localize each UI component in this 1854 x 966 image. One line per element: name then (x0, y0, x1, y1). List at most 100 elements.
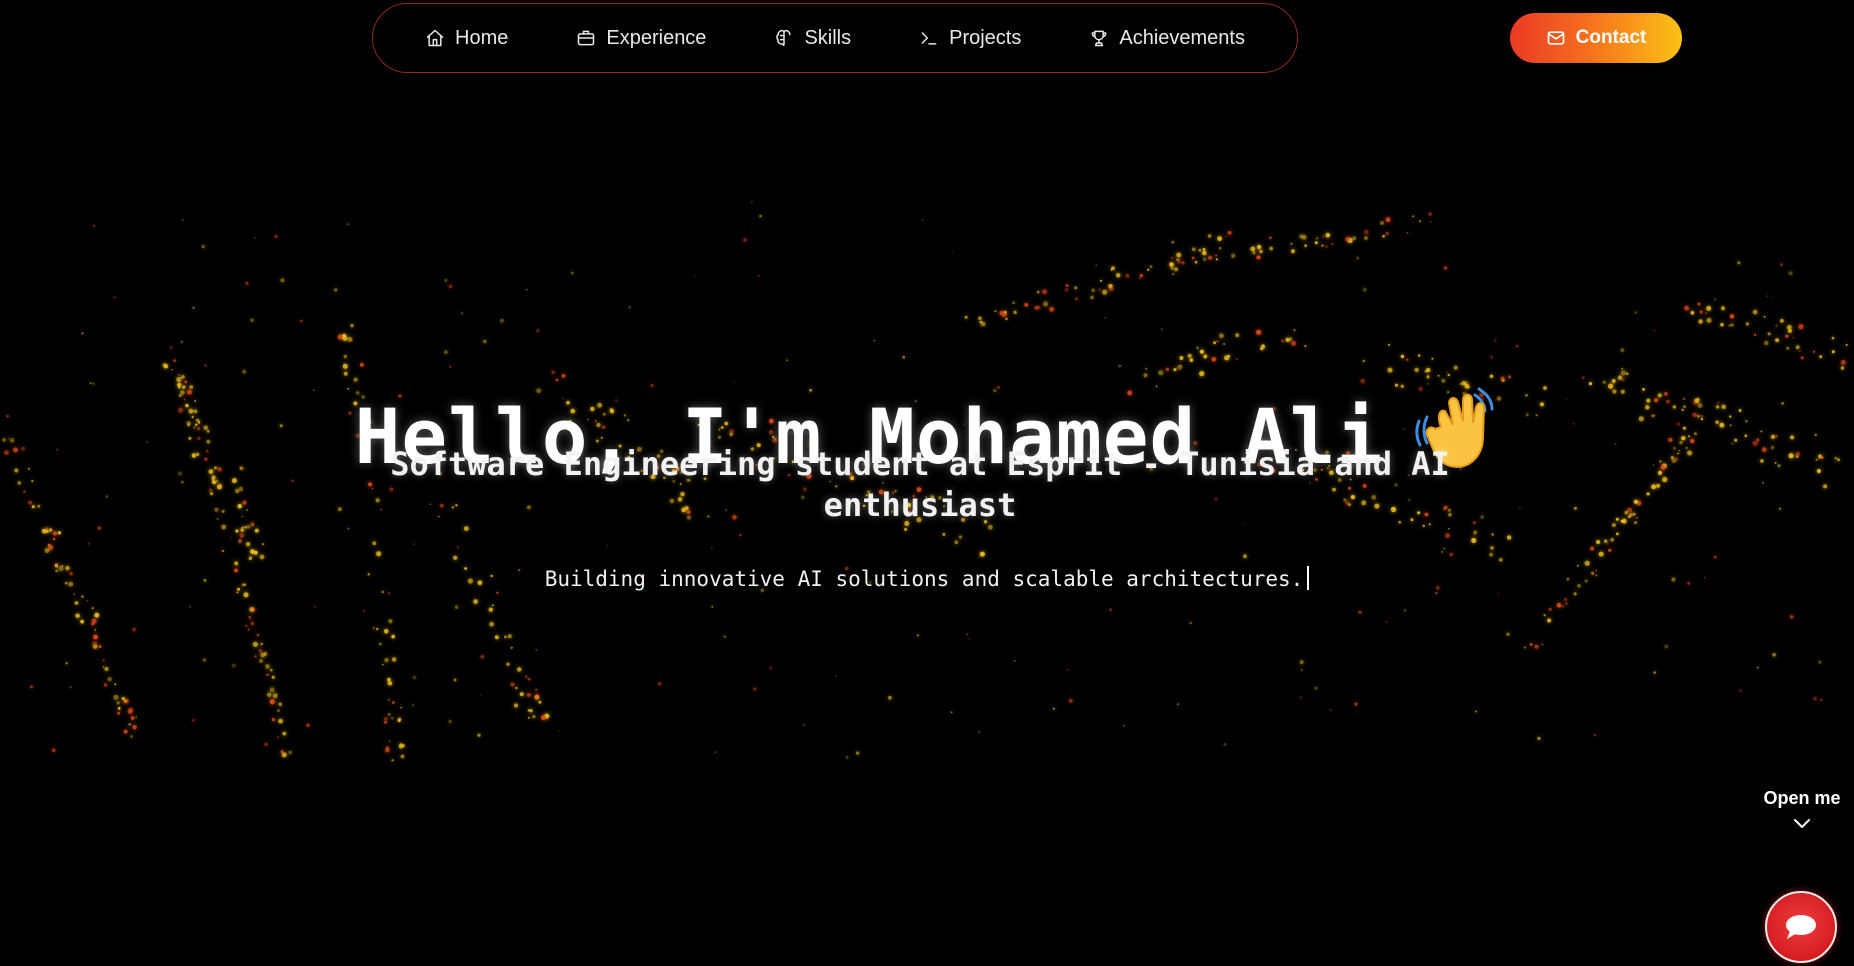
particle (231, 663, 236, 668)
particle (1798, 324, 1804, 330)
particle (282, 731, 287, 736)
particle (234, 488, 240, 494)
particle (1191, 256, 1195, 260)
particle (535, 688, 538, 691)
particle (238, 486, 244, 492)
particle (491, 604, 494, 607)
particle (245, 624, 248, 627)
particle (1172, 273, 1175, 276)
particle (1818, 660, 1822, 664)
particle (453, 555, 458, 560)
particle (176, 376, 182, 383)
particle (1635, 516, 1639, 520)
particle (1250, 246, 1256, 252)
particle (1108, 284, 1113, 289)
particle (114, 683, 117, 686)
particle (372, 541, 377, 546)
particle (23, 490, 26, 493)
particle (1778, 507, 1782, 510)
particle (1840, 359, 1846, 365)
particle (1281, 339, 1285, 343)
particle (94, 628, 97, 632)
particle (1202, 247, 1206, 251)
particle (1428, 212, 1432, 216)
particle (192, 306, 195, 309)
particle (1414, 367, 1419, 373)
particle (69, 686, 72, 689)
particle (343, 354, 348, 359)
particle (266, 673, 269, 676)
contact-button[interactable]: Contact (1510, 13, 1682, 63)
particle (1406, 358, 1409, 361)
particle (1288, 337, 1293, 341)
particle (391, 634, 395, 639)
particle (1066, 668, 1069, 671)
particle (372, 627, 375, 630)
particle (130, 716, 135, 720)
particle (1036, 290, 1040, 294)
particle (1499, 557, 1503, 562)
particle (1745, 322, 1749, 326)
particle (1065, 284, 1069, 287)
particle (1489, 374, 1494, 379)
particle (93, 224, 96, 227)
particle (353, 377, 358, 382)
particle (1737, 261, 1741, 265)
particle (1690, 311, 1695, 315)
particle (135, 716, 138, 719)
particle (271, 675, 275, 679)
particle (714, 751, 717, 753)
chat-button[interactable] (1765, 891, 1837, 963)
particle (412, 675, 417, 680)
particle (1231, 253, 1236, 258)
particle (1705, 312, 1708, 315)
particle (280, 278, 285, 283)
particle (1459, 383, 1462, 385)
particle (1098, 288, 1101, 291)
nav-item-label: Achievements (1119, 26, 1245, 49)
nav-item-achievements[interactable]: Achievements (1055, 27, 1279, 50)
particle (75, 613, 80, 618)
hero-tagline-text: Building innovative AI solutions and sca… (544, 567, 1304, 591)
open-me-toggle[interactable]: Open me (1762, 786, 1842, 831)
particle (41, 528, 47, 534)
particle (103, 683, 108, 687)
particle (457, 546, 460, 549)
particle (1013, 310, 1017, 314)
particle (1139, 277, 1141, 280)
particle (1789, 615, 1794, 619)
particle (1730, 323, 1734, 327)
particle (236, 591, 239, 594)
particle (1385, 217, 1391, 223)
nav-item-home[interactable]: Home (391, 27, 542, 50)
particle (1360, 378, 1366, 384)
particle (1403, 609, 1407, 612)
particle (517, 667, 522, 672)
particle (540, 715, 546, 721)
particle (31, 505, 35, 509)
particle (238, 539, 242, 543)
particle (1400, 354, 1405, 359)
nav-item-experience[interactable]: Experience (542, 27, 740, 50)
particle (1225, 235, 1228, 238)
particle (1291, 249, 1295, 254)
particle (551, 370, 556, 375)
particle (1788, 328, 1792, 333)
particle (360, 363, 364, 367)
particle (1329, 708, 1332, 711)
particle (1620, 370, 1626, 376)
nav-item-projects[interactable]: Projects (885, 27, 1055, 50)
particle (454, 605, 459, 609)
nav-item-skills[interactable]: Skills (740, 27, 885, 50)
particle (488, 607, 493, 612)
particle (1500, 376, 1505, 381)
particle (1697, 302, 1701, 306)
particle (385, 747, 390, 753)
particle (1358, 610, 1362, 614)
particle (87, 543, 90, 545)
particle (384, 658, 389, 663)
particle (128, 723, 131, 726)
particle (1624, 510, 1629, 515)
particle (254, 236, 257, 239)
particle (534, 695, 540, 700)
